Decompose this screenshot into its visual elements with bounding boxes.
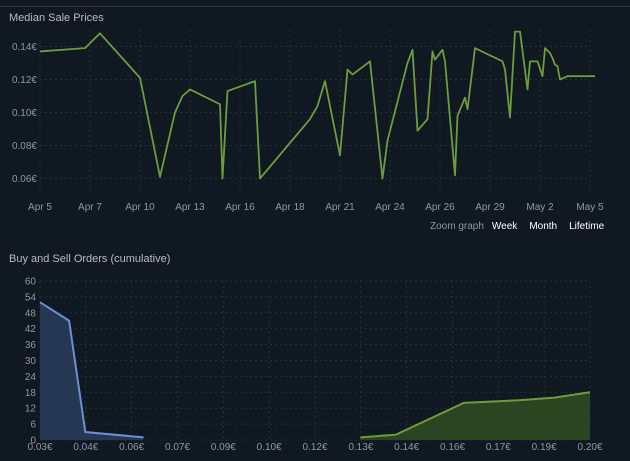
y-tick-label: 18 bbox=[25, 388, 37, 399]
x-tick-label: 0.06€ bbox=[119, 442, 144, 453]
x-tick-label: 0.09€ bbox=[211, 442, 236, 453]
buy-orders-area bbox=[40, 302, 144, 440]
sell-orders-area bbox=[360, 392, 590, 440]
y-tick-label: 12 bbox=[25, 404, 37, 415]
x-tick-label: Apr 10 bbox=[125, 202, 155, 213]
y-tick-label: 0.12€ bbox=[12, 75, 37, 86]
y-tick-label: 42 bbox=[25, 324, 37, 335]
y-tick-label: 0.10€ bbox=[12, 108, 37, 119]
x-tick-label: May 5 bbox=[576, 202, 604, 213]
x-tick-label: 0.17€ bbox=[486, 442, 511, 453]
x-tick-label: Apr 29 bbox=[475, 202, 505, 213]
x-tick-label: 0.19€ bbox=[532, 442, 557, 453]
x-tick-label: Apr 24 bbox=[375, 202, 405, 213]
y-tick-label: 36 bbox=[25, 340, 37, 351]
x-tick-label: 0.04€ bbox=[73, 442, 98, 453]
price-line bbox=[39, 30, 595, 180]
x-tick-label: Apr 5 bbox=[28, 202, 52, 213]
y-tick-label: 0.14€ bbox=[12, 42, 37, 53]
x-tick-label: 0.16€ bbox=[440, 442, 465, 453]
x-tick-label: Apr 21 bbox=[325, 202, 355, 213]
zoom-lifetime-button[interactable]: Lifetime bbox=[569, 221, 604, 232]
zoom-week-button[interactable]: Week bbox=[492, 221, 517, 232]
y-tick-label: 6 bbox=[30, 420, 36, 431]
x-tick-label: Apr 16 bbox=[225, 202, 255, 213]
y-tick-label: 60 bbox=[25, 277, 37, 288]
x-tick-label: Apr 26 bbox=[425, 202, 455, 213]
y-tick-label: 30 bbox=[25, 356, 37, 367]
market-graphs: Median Sale Prices 0.06€ 0.08€ 0.10€ 0.12€ 0… bbox=[0, 0, 630, 461]
zoom-label: Zoom graph bbox=[430, 221, 484, 232]
x-tick-label: 0.10€ bbox=[257, 442, 282, 453]
y-tick-label: 48 bbox=[25, 308, 37, 319]
orders-chart[interactable]: 0.03€ 0.04€ 0.06€ 0.07€ 0.09€ 0.10€ 0.12€ 0.13€… bbox=[0, 271, 630, 461]
divider bbox=[0, 6, 630, 7]
y-tick-label: 54 bbox=[25, 292, 37, 303]
y-tick-label: 0.08€ bbox=[12, 141, 37, 152]
y-tick-label: 24 bbox=[25, 372, 37, 383]
x-tick-label: Apr 18 bbox=[275, 202, 305, 213]
y-tick-label: 0.06€ bbox=[12, 174, 37, 185]
median-price-chart[interactable]: 0.06€ 0.08€ 0.10€ 0.12€ 0.14€ Apr 5 Apr 7 Apr 1… bbox=[0, 20, 630, 240]
x-tick-label: 0.07€ bbox=[165, 442, 190, 453]
orders-chart-title: Buy and Sell Orders (cumulative) bbox=[9, 253, 171, 265]
x-tick-label: Apr 13 bbox=[175, 202, 205, 213]
x-tick-label: Apr 7 bbox=[78, 202, 102, 213]
y-tick-label: 0 bbox=[30, 436, 36, 447]
x-tick-label: 0.20€ bbox=[577, 442, 602, 453]
x-tick-label: 0.12€ bbox=[302, 442, 327, 453]
x-tick-label: 0.14€ bbox=[394, 442, 419, 453]
x-tick-label: May 2 bbox=[526, 202, 554, 213]
zoom-controls: Zoom graph Week Month Lifetime bbox=[430, 221, 616, 232]
x-tick-label: 0.13€ bbox=[348, 442, 373, 453]
zoom-month-button[interactable]: Month bbox=[529, 221, 557, 232]
